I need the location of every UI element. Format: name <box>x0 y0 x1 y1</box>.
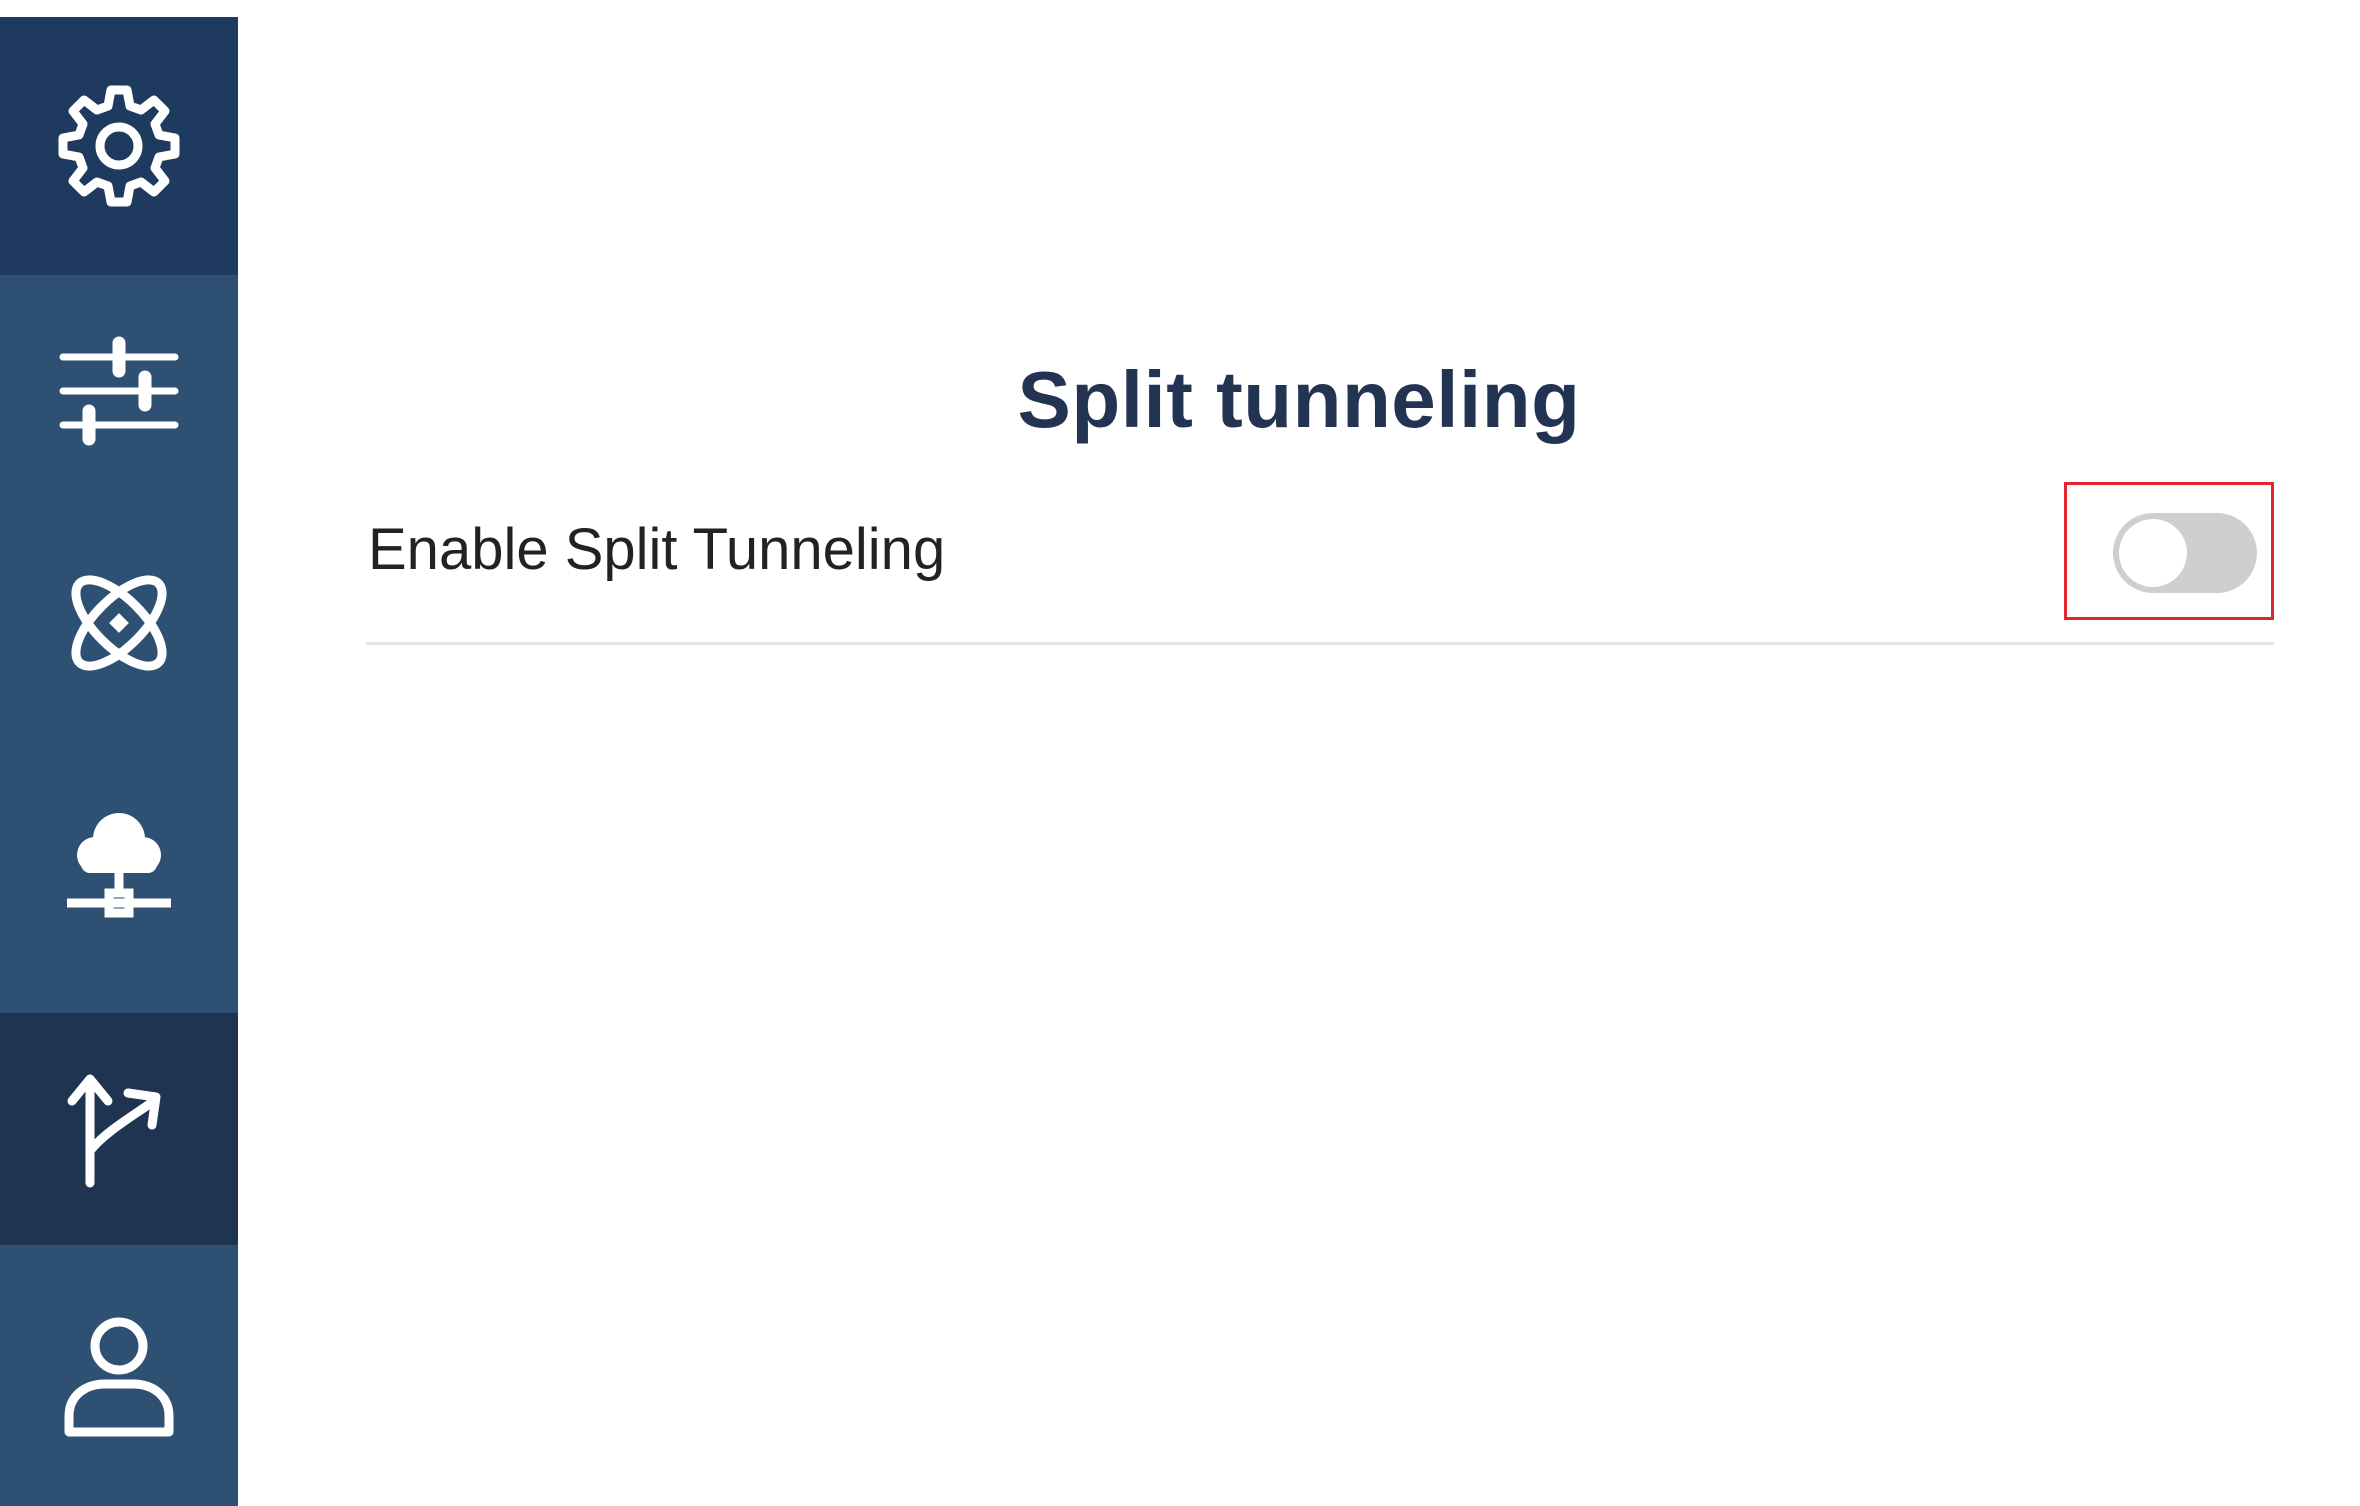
toggle-knob <box>2119 519 2187 587</box>
atom-icon <box>57 561 181 685</box>
sliders-icon <box>57 335 181 447</box>
sidebar-item-network[interactable] <box>0 739 238 991</box>
highlight-box <box>2064 482 2274 620</box>
cloud-network-icon <box>61 803 177 927</box>
app-window: Split tunneling Enable Split Tunneling <box>0 0 2360 1506</box>
sidebar-item-protocol[interactable] <box>0 507 238 739</box>
gear-icon <box>55 82 183 210</box>
split-tunneling-toggle[interactable] <box>2113 513 2257 593</box>
setting-label: Enable Split Tunneling <box>368 517 946 582</box>
page-title: Split tunneling <box>1017 354 1581 444</box>
sidebar-item-settings[interactable] <box>0 17 238 275</box>
sidebar-item-preferences[interactable] <box>0 275 238 507</box>
sidebar-item-account[interactable] <box>0 1245 238 1506</box>
split-tunneling-setting-row: Enable Split Tunneling <box>366 482 2274 645</box>
split-arrows-icon <box>64 1067 174 1191</box>
user-icon <box>61 1312 177 1440</box>
sidebar <box>0 17 238 1506</box>
sidebar-item-split-tunneling[interactable] <box>0 1013 238 1245</box>
